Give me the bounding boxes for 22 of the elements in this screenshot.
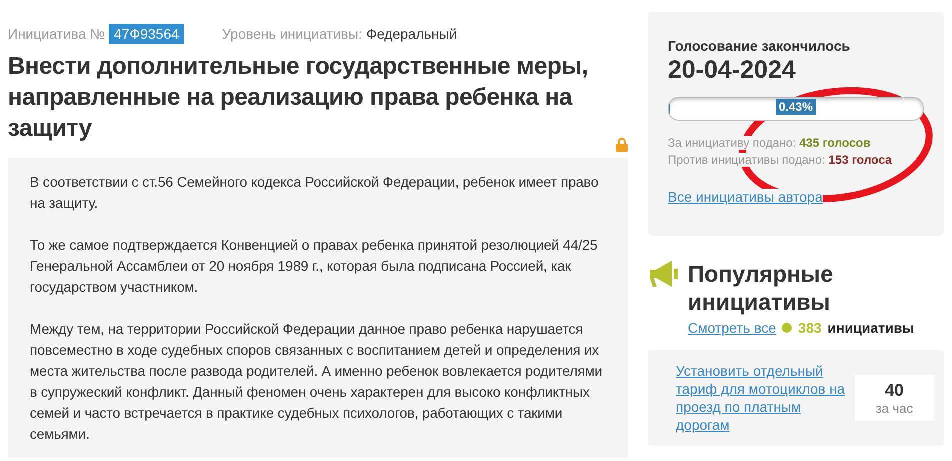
initiative-level-value: Федеральный <box>366 26 458 42</box>
vote-count: 435 голосов <box>799 136 871 150</box>
initiative-count: 383 <box>798 320 822 336</box>
rate-number: 40 <box>885 380 904 400</box>
popular-item-link[interactable]: Установить отдельный тариф для мотоциклов на проезд по платным дорогам <box>676 362 846 434</box>
voting-status: Голосование закончилось <box>668 38 852 54</box>
initiative-number-label: Инициатива № <box>8 26 106 42</box>
popular-heading: Популярные инициативы <box>688 260 834 316</box>
view-all-link[interactable]: Смотреть все <box>688 320 776 336</box>
rate-label: за час <box>876 400 914 416</box>
megaphone-icon <box>648 260 680 290</box>
paragraph: В соответствии с ст.56 Семейного кодекса Российской Федерации, ребенок имеет право на защиту. <box>30 173 600 213</box>
vote-count: 153 голоса <box>828 153 892 167</box>
initiative-number-badge: 47Ф93564 <box>109 24 184 44</box>
progress-label: 0.43% <box>776 99 816 115</box>
initiative-count-label: инициативы <box>828 320 914 336</box>
initiative-level-label: Уровень инициативы: <box>222 26 362 42</box>
paragraph: Между тем, на территории Российской Федерации данное право ребенка нарушается повсеместно в ходе судебных споров связанных с воспитанием детей и определения их места жительства после развода родителей. А именно ребенок вовлекается родителями в супружеский конфликт. Данный феномен очень характерен для высоко конфликтных семей и часто встречается в практике судебных психологов, работающих с такими семьями. <box>30 320 604 444</box>
paragraph: То же самое подтверждается Конвенцией о правах ребенка принятой резолюцией 44/25 Генеральной Ассамблеи от 20 ноября 1989 г., которая была подписана Россией, как государством участником. <box>30 236 599 297</box>
author-initiatives-link[interactable]: Все инициативы автора <box>668 189 823 205</box>
voting-end-date: 20-04-2024 <box>668 56 797 85</box>
initiative-title: Внести дополнительные государственные меры, направленные на реализацию права ребенка на защиту <box>8 52 590 144</box>
